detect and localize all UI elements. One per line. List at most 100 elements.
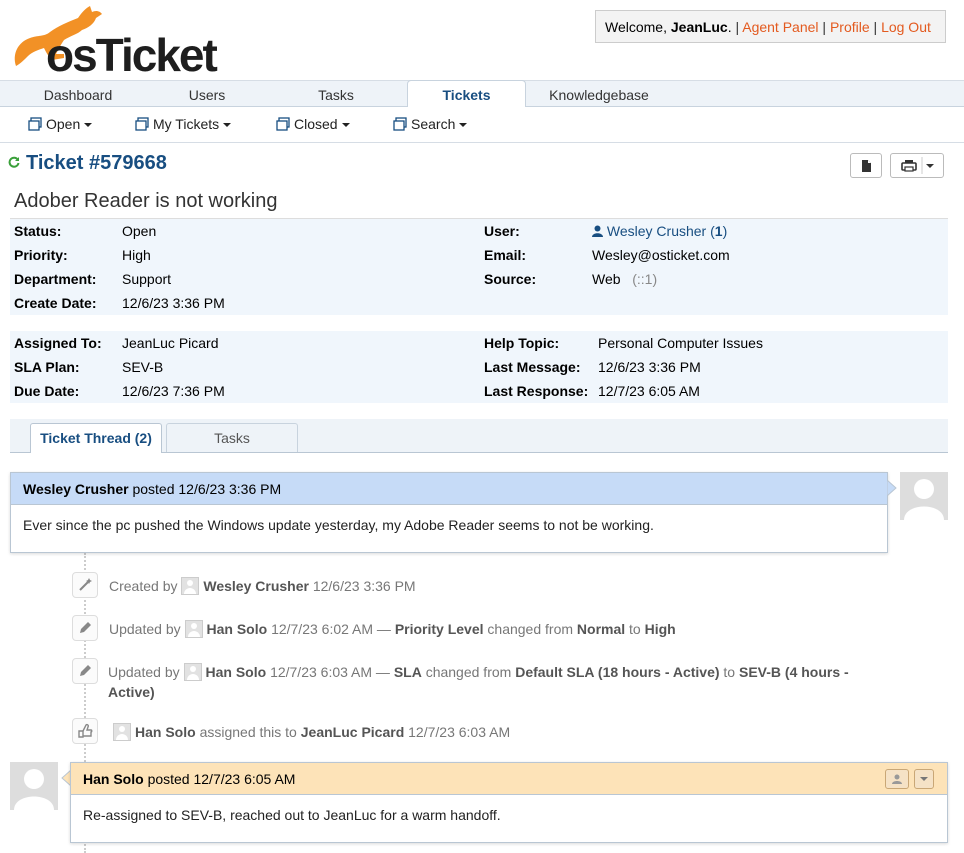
magic-wand-icon <box>79 578 92 591</box>
thread-tabs: Ticket Thread (2) Tasks <box>10 419 948 453</box>
message-header: Wesley Crusher posted 12/6/23 3:36 PM <box>11 473 887 505</box>
priority-label: Priority: <box>14 247 68 263</box>
print-button[interactable] <box>890 153 944 178</box>
welcome-prefix: Welcome, <box>605 19 667 35</box>
ticket-subject: Adober Reader is not working <box>14 190 278 212</box>
event-actor: Han Solo <box>135 724 196 740</box>
my-tickets-label: My Tickets <box>153 116 220 132</box>
header: osTicket Welcome, JeanLuc. | Agent Panel… <box>0 0 964 81</box>
closed-tickets-menu[interactable]: Closed <box>276 116 350 132</box>
ticket-info-primary: Status: Open Priority: High Department: … <box>10 219 948 315</box>
chevron-down-icon <box>920 777 928 781</box>
status-value: Open <box>122 223 157 239</box>
source-ip: (::1) <box>632 271 658 287</box>
department-label: Department: <box>14 271 97 287</box>
pencil-icon <box>80 665 91 676</box>
osticket-logo[interactable]: osTicket <box>8 4 218 81</box>
open-tickets-menu[interactable]: Open <box>28 116 93 132</box>
open-label: Open <box>46 116 81 132</box>
last-response-value: 12/7/23 6:05 AM <box>598 383 700 399</box>
message-pointer <box>887 480 897 496</box>
message-body: Re-assigned to SEV-B, reached out to Jea… <box>83 807 501 823</box>
avatar <box>900 472 948 520</box>
event-actor: Wesley Crusher <box>203 578 309 594</box>
event-sla-text: Updated by Han Solo 12/7/23 6:03 AM — SL… <box>108 663 849 700</box>
agent-panel-link[interactable]: Agent Panel <box>742 19 818 35</box>
ticket-title[interactable]: Ticket #579668 <box>8 152 167 175</box>
user-icon <box>592 225 603 237</box>
last-message-value: 12/6/23 3:36 PM <box>598 359 701 375</box>
document-icon <box>862 160 871 172</box>
help-topic-value: Personal Computer Issues <box>598 335 763 351</box>
status-label: Status: <box>14 223 62 239</box>
event-edited <box>72 615 98 641</box>
assigned-label: Assigned To: <box>14 335 102 351</box>
create-date-value: 12/6/23 3:36 PM <box>122 295 225 311</box>
export-pdf-button[interactable] <box>850 153 882 178</box>
last-message-label: Last Message: <box>484 359 581 375</box>
email-label: Email: <box>484 247 527 263</box>
last-response-label: Last Response: <box>484 383 589 399</box>
source-label: Source: <box>484 271 537 287</box>
message-posted: posted 12/6/23 3:36 PM <box>132 481 282 497</box>
assigned-value: JeanLuc Picard <box>122 335 219 351</box>
tab-knowledgebase[interactable]: Knowledgebase <box>524 81 674 107</box>
message-body: Ever since the pc pushed the Windows upd… <box>23 517 654 533</box>
ticket-info-secondary: Assigned To: JeanLuc Picard SLA Plan: SE… <box>10 331 948 403</box>
department-value: Support <box>122 271 172 287</box>
logout-link[interactable]: Log Out <box>881 19 931 35</box>
event-actor: Han Solo <box>205 664 267 680</box>
avatar <box>113 723 131 741</box>
tab-dashboard[interactable]: Dashboard <box>0 81 156 107</box>
search-menu[interactable]: Search <box>393 116 468 132</box>
tab-tasks[interactable]: Tasks <box>258 81 414 107</box>
user-ticket-count: 1 <box>714 223 723 239</box>
thread-message-user: Wesley Crusher posted 12/6/23 3:36 PM Ev… <box>10 472 888 553</box>
brand-name: osTicket <box>46 29 218 81</box>
source-value: Web <box>592 271 621 287</box>
chevron-down-icon <box>459 123 468 127</box>
priority-value: High <box>122 247 151 263</box>
sub-nav: Open My Tickets Closed Search <box>0 107 964 143</box>
chevron-down-icon <box>223 123 232 127</box>
user-name: Wesley Crusher <box>606 223 707 239</box>
agent-options-button[interactable] <box>885 769 909 789</box>
chevron-down-icon <box>84 123 93 127</box>
refresh-icon <box>8 156 20 168</box>
avatar-placeholder-icon <box>904 479 944 520</box>
avatar <box>181 577 200 595</box>
search-label: Search <box>411 116 456 132</box>
message-menu-button[interactable] <box>914 769 934 789</box>
email-value: Wesley@osticket.com <box>592 247 730 263</box>
avatar <box>10 762 58 810</box>
tab-tickets[interactable]: Tickets <box>407 80 526 109</box>
user-label: User: <box>484 223 520 239</box>
due-date-label: Due Date: <box>14 383 80 399</box>
tab-users[interactable]: Users <box>156 81 258 107</box>
tab-thread-tasks[interactable]: Tasks <box>166 423 298 452</box>
create-date-label: Create Date: <box>14 295 97 311</box>
tickets-icon <box>28 117 42 131</box>
message-header: Han Solo posted 12/7/23 6:05 AM <box>71 763 947 795</box>
event-priority-text: Updated by Han Solo 12/7/23 6:02 AM — Pr… <box>109 620 676 638</box>
due-date-value: 12/6/23 7:36 PM <box>122 383 225 399</box>
tickets-icon <box>393 117 407 131</box>
printer-icon <box>901 157 934 174</box>
ticket-number: Ticket #579668 <box>26 152 167 174</box>
event-edited <box>72 658 98 684</box>
user-link[interactable]: Wesley Crusher (1) <box>592 223 727 239</box>
message-posted: posted 12/7/23 6:05 AM <box>147 771 296 787</box>
profile-link[interactable]: Profile <box>830 19 870 35</box>
hand-pointer-icon <box>78 723 93 738</box>
user-icon <box>892 774 902 784</box>
avatar-placeholder-icon <box>14 769 54 810</box>
username: JeanLuc <box>670 19 728 35</box>
event-created <box>72 572 98 598</box>
chevron-down-icon <box>341 123 350 127</box>
message-author: Wesley Crusher <box>23 481 129 497</box>
main-nav: Dashboard Users Tasks Tickets Knowledgeb… <box>0 80 964 109</box>
tab-ticket-thread[interactable]: Ticket Thread (2) <box>30 423 162 453</box>
event-assigned-text: Han Solo assigned this to JeanLuc Picard… <box>113 722 510 742</box>
my-tickets-menu[interactable]: My Tickets <box>135 116 232 132</box>
event-assigned <box>72 718 98 744</box>
